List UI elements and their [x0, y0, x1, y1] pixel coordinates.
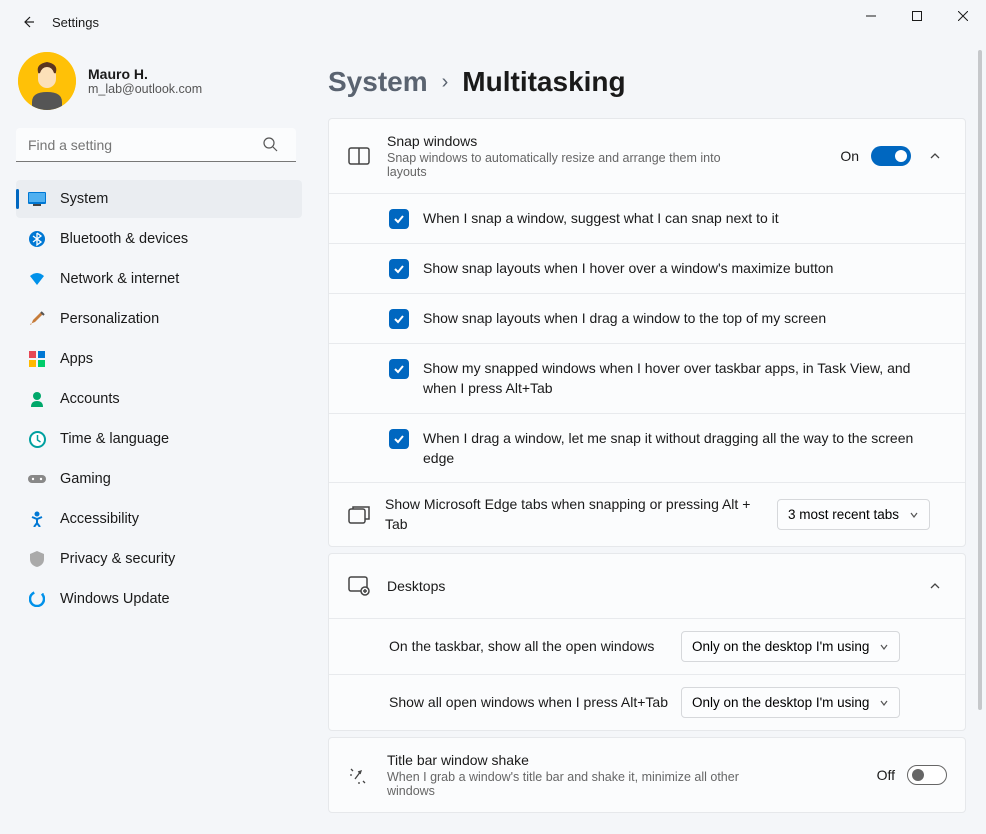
shake-status: Off [877, 767, 895, 783]
minimize-button[interactable] [848, 0, 894, 32]
gaming-icon [28, 470, 46, 488]
nav-system[interactable]: System [16, 180, 302, 218]
desktops-row: On the taskbar, show all the open window… [329, 618, 965, 674]
nav-label: Accounts [60, 391, 120, 407]
shake-icon [347, 763, 371, 787]
chevron-down-icon [879, 698, 889, 708]
snap-option-label: When I drag a window, let me snap it wit… [423, 428, 947, 469]
nav-bluetooth[interactable]: Bluetooth & devices [16, 220, 302, 258]
scrollbar[interactable] [978, 50, 982, 828]
person-icon [28, 390, 46, 408]
snap-desc: Snap windows to automatically resize and… [387, 151, 727, 179]
apps-icon [28, 350, 46, 368]
nav-label: System [60, 191, 108, 207]
nav-label: Gaming [60, 471, 111, 487]
breadcrumb: System › Multitasking [328, 66, 966, 98]
chevron-up-icon[interactable] [923, 574, 947, 598]
chevron-down-icon [879, 642, 889, 652]
user-name: Mauro H. [88, 66, 202, 82]
snap-title: Snap windows [387, 133, 824, 149]
nav-privacy[interactable]: Privacy & security [16, 540, 302, 578]
desktops-dropdown[interactable]: Only on the desktop I'm using [681, 687, 900, 718]
desktops-row-label: On the taskbar, show all the open window… [389, 637, 669, 657]
checkbox[interactable] [389, 309, 409, 329]
checkbox[interactable] [389, 209, 409, 229]
edge-tabs-label: Show Microsoft Edge tabs when snapping o… [385, 495, 765, 534]
nav-label: Accessibility [60, 511, 139, 527]
bluetooth-icon [28, 230, 46, 248]
desktops-title: Desktops [387, 578, 907, 594]
checkbox[interactable] [389, 259, 409, 279]
snap-option-label: Show my snapped windows when I hover ove… [423, 358, 947, 399]
tabs-icon [347, 503, 371, 527]
nav-apps[interactable]: Apps [16, 340, 302, 378]
chevron-down-icon [909, 510, 919, 520]
user-profile[interactable]: Mauro H. m_lab@outlook.com [18, 52, 302, 110]
brush-icon [28, 310, 46, 328]
snap-option-row: Show my snapped windows when I hover ove… [329, 343, 965, 413]
nav-label: Privacy & security [60, 551, 175, 567]
nav-personalization[interactable]: Personalization [16, 300, 302, 338]
shake-card: Title bar window shake When I grab a win… [328, 737, 966, 813]
snap-option-row: When I drag a window, let me snap it wit… [329, 413, 965, 483]
nav-label: Personalization [60, 311, 159, 327]
snap-option-label: Show snap layouts when I hover over a wi… [423, 258, 833, 278]
nav-gaming[interactable]: Gaming [16, 460, 302, 498]
snap-status: On [840, 148, 859, 164]
shake-desc: When I grab a window's title bar and sha… [387, 770, 747, 798]
nav-label: Time & language [60, 431, 169, 447]
close-button[interactable] [940, 0, 986, 32]
breadcrumb-current: Multitasking [462, 66, 625, 98]
user-email: m_lab@outlook.com [88, 82, 202, 96]
snap-option-row: When I snap a window, suggest what I can… [329, 193, 965, 243]
accessibility-icon [28, 510, 46, 528]
snap-option-row: Show snap layouts when I drag a window t… [329, 293, 965, 343]
desktops-row: Show all open windows when I press Alt+T… [329, 674, 965, 730]
maximize-button[interactable] [894, 0, 940, 32]
nav-label: Network & internet [60, 271, 179, 287]
search-box [16, 128, 302, 162]
chevron-right-icon: › [442, 71, 449, 94]
snap-option-row: Show snap layouts when I hover over a wi… [329, 243, 965, 293]
nav-accessibility[interactable]: Accessibility [16, 500, 302, 538]
nav-label: Bluetooth & devices [60, 231, 188, 247]
desktops-row-label: Show all open windows when I press Alt+T… [389, 693, 669, 713]
nav-list: System Bluetooth & devices Network & int… [16, 180, 302, 618]
nav-network[interactable]: Network & internet [16, 260, 302, 298]
shield-icon [28, 550, 46, 568]
system-icon [28, 190, 46, 208]
main-content: System › Multitasking Snap windows Snap … [310, 44, 986, 834]
nav-label: Apps [60, 351, 93, 367]
nav-accounts[interactable]: Accounts [16, 380, 302, 418]
snap-option-label: Show snap layouts when I drag a window t… [423, 308, 826, 328]
snap-toggle[interactable] [871, 146, 911, 166]
snap-icon [347, 144, 371, 168]
nav-time[interactable]: Time & language [16, 420, 302, 458]
checkbox[interactable] [389, 429, 409, 449]
shake-title: Title bar window shake [387, 752, 861, 768]
back-button[interactable] [12, 6, 44, 38]
desktops-card: Desktops On the taskbar, show all the op… [328, 553, 966, 731]
wifi-icon [28, 270, 46, 288]
breadcrumb-parent[interactable]: System [328, 66, 428, 98]
edge-tabs-dropdown[interactable]: 3 most recent tabs [777, 499, 930, 530]
sidebar: Mauro H. m_lab@outlook.com System Blueto… [0, 44, 310, 834]
desktops-dropdown[interactable]: Only on the desktop I'm using [681, 631, 900, 662]
chevron-up-icon[interactable] [923, 144, 947, 168]
avatar [18, 52, 76, 110]
shake-toggle[interactable] [907, 765, 947, 785]
clock-icon [28, 430, 46, 448]
snap-option-label: When I snap a window, suggest what I can… [423, 208, 779, 228]
update-icon [28, 590, 46, 608]
nav-label: Windows Update [60, 591, 170, 607]
checkbox[interactable] [389, 359, 409, 379]
snap-windows-card: Snap windows Snap windows to automatical… [328, 118, 966, 547]
nav-update[interactable]: Windows Update [16, 580, 302, 618]
window-title: Settings [52, 15, 99, 30]
search-icon [263, 137, 278, 152]
desktops-icon [347, 574, 371, 598]
search-input[interactable] [16, 128, 296, 162]
